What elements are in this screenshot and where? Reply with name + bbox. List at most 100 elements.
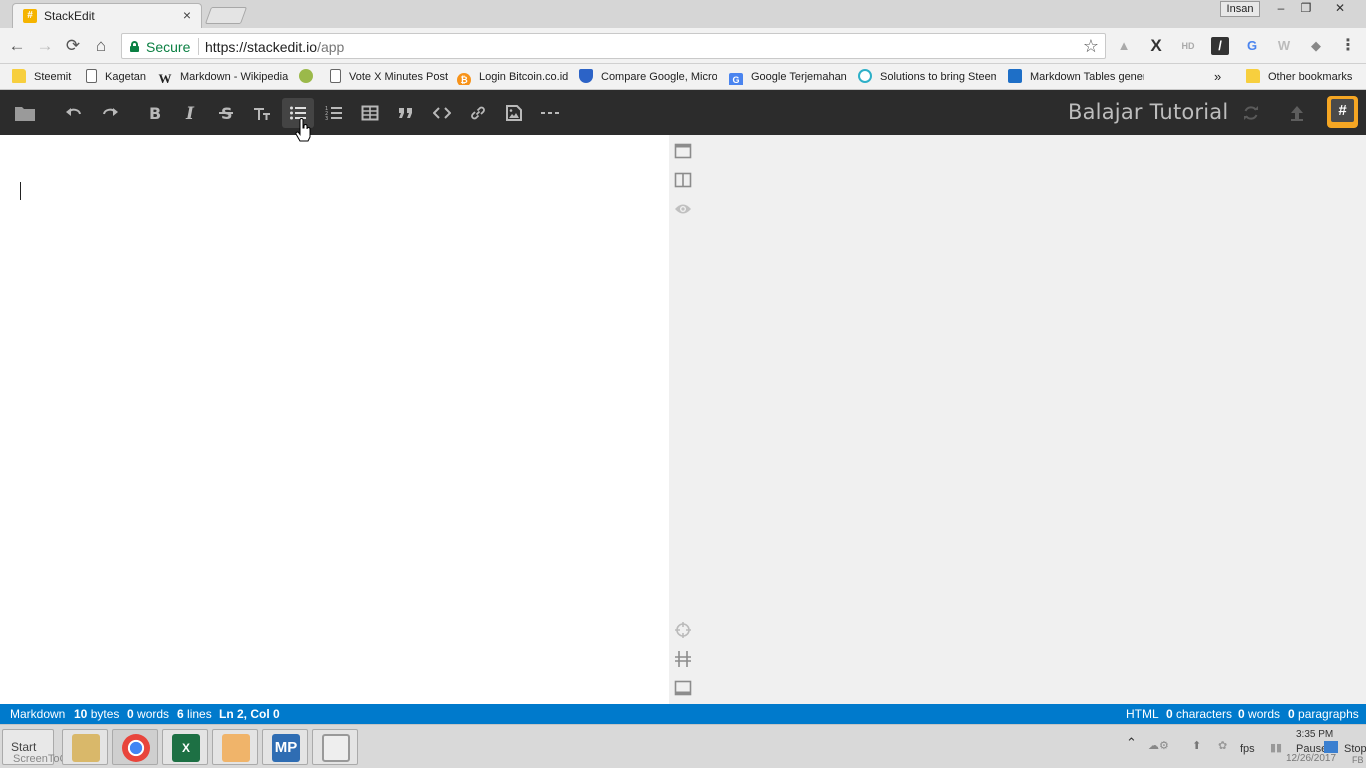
undo-button[interactable] [58,98,90,128]
green-circle-icon [299,69,313,83]
explorer-button[interactable] [7,98,41,128]
tray-volume-icon[interactable]: ▮▮ [1270,741,1282,754]
address-bar[interactable]: Secure https://stackedit.io/app ☆ [121,33,1106,59]
tab-title: StackEdit [44,9,95,23]
stop-button[interactable]: Stop [1344,743,1366,755]
status-characters-label: characters [1176,707,1233,721]
bookmark-vote-x-minutes[interactable]: Vote X Minutes Post [330,69,448,85]
bookmark-kagetan[interactable]: Kagetan [86,69,148,85]
table-button[interactable] [354,98,386,128]
bookmark-compare-google[interactable]: Compare Google, Micro [579,69,717,85]
tray-screen-icon[interactable] [1324,741,1338,753]
reader-mode-button[interactable] [674,200,692,218]
bold-icon: B [149,104,161,122]
minimize-button[interactable]: – [1270,0,1292,17]
status-bytes-label: bytes [90,707,120,721]
status-paragraphs-count: 0 [1288,707,1295,721]
home-button[interactable]: ⌂ [91,36,111,56]
drive-icon[interactable]: ▲ [1115,37,1133,55]
url-text[interactable]: https://stackedit.io/app [205,39,344,55]
bookmark-green-circle[interactable] [299,69,315,85]
toggle-edit-mode-button[interactable] [674,650,692,668]
stackedit-menu-button[interactable]: # [1327,96,1358,128]
toggle-side-preview-button[interactable] [674,171,692,189]
redo-button[interactable] [94,98,126,128]
strikethrough-button[interactable]: S [210,98,242,128]
outlook-icon [222,734,250,762]
restore-button[interactable]: ❐ [1295,0,1317,17]
profile-button[interactable]: Insan [1220,1,1260,17]
status-bar: Markdown 10 bytes 0 words 6 lines Ln 2, … [0,704,1366,724]
translate-icon[interactable]: G [1243,37,1261,55]
table-icon [361,105,379,121]
taskbar-chrome[interactable] [112,729,158,765]
numbered-list-button[interactable]: 123 [318,98,350,128]
taskbar-mp[interactable]: MP [262,729,308,765]
puzzle-icon[interactable]: ◆ [1307,37,1325,55]
start-button[interactable]: Start ScreenToGif [2,729,74,765]
horizontal-rule-button[interactable] [534,98,566,128]
taskbar-outlook[interactable] [212,729,258,765]
status-words-count: 0 [127,707,134,721]
forward-button[interactable]: → [35,36,55,56]
tray-cloud-icon[interactable]: ☁⚙ [1148,739,1169,752]
bookmark-star-icon[interactable]: ☆ [1083,36,1099,57]
bold-button[interactable]: B [138,98,170,128]
toggle-statusbar-button[interactable] [674,679,692,697]
document-title[interactable]: Balajar Tutorial [1068,100,1228,124]
tray-expand-icon[interactable]: ⌃ [1126,735,1137,751]
system-tray: ⌃ ☁⚙ ⬆ ✿ fps ▮▮ Pause 3:35 PM 12/26/2017… [1122,729,1366,765]
svg-text:B: B [149,104,161,122]
bookmark-other-bookmarks[interactable]: Other bookmarks [1246,69,1364,85]
heading-button[interactable] [246,98,278,128]
crosshair-icon [675,622,691,638]
bookmark-label: Login Bitcoin.co.id [479,71,569,83]
hd-icon[interactable]: HD [1179,37,1197,55]
status-bytes: 10 bytes [74,704,119,724]
wordpress-icon[interactable]: W [1275,37,1293,55]
browser-tab-strip: # StackEdit × Insan – ❐ ✕ [0,0,1366,28]
bookmark-label: Other bookmarks [1268,71,1353,83]
menu-icon[interactable]: ⋮ [1339,37,1357,55]
scroll-sync-button[interactable] [674,621,692,639]
italic-button[interactable]: I [174,98,206,128]
toggle-navbar-button[interactable] [674,142,692,160]
status-cursor-position: Ln 2, Col 0 [219,707,280,721]
os-taskbar: Start ScreenToGif X MP ⌃ ☁⚙ ⬆ ✿ fps ▮▮ P… [0,724,1366,768]
tab-stackedit[interactable]: # StackEdit × [12,3,202,28]
tab-close-icon[interactable]: × [179,7,195,23]
italic-icon: I [185,104,195,122]
markdown-editor[interactable] [0,135,669,704]
split-view-icon [674,172,692,188]
bookmark-solutions-steem[interactable]: Solutions to bring Steem [858,69,996,85]
reload-button[interactable]: ⟳ [63,36,83,56]
tray-flower-icon[interactable]: ✿ [1218,739,1227,752]
status-html-words-label: words [1248,707,1281,721]
code-button[interactable] [426,98,458,128]
feather-icon[interactable]: / [1211,37,1229,55]
taskbar-monitor[interactable] [312,729,358,765]
link-icon [471,106,485,120]
x-icon[interactable]: X [1147,37,1165,55]
taskbar-excel[interactable]: X [162,729,208,765]
image-button[interactable] [498,98,530,128]
bookmark-google-terjemahan[interactable]: G Google Terjemahan [729,69,851,85]
link-button[interactable] [462,98,494,128]
tray-network-icon[interactable]: ⬆ [1192,739,1201,752]
taskbar-file-manager[interactable] [62,729,108,765]
quote-button[interactable] [390,98,422,128]
bookmark-login-bitcoin[interactable]: ₿ Login Bitcoin.co.id [457,69,569,85]
sync-button[interactable] [1235,98,1267,128]
horizontal-rule-icon [541,112,559,114]
bookmark-steemit[interactable]: Steemit [12,69,72,85]
back-button[interactable]: ← [7,36,27,56]
hand-cursor-icon [295,118,311,142]
publish-button[interactable] [1281,98,1313,128]
bookmark-markdown-wikipedia[interactable]: W Markdown - Wikipedia [158,69,290,85]
close-window-button[interactable]: ✕ [1329,0,1351,17]
new-tab-button[interactable] [204,7,248,24]
secure-label: Secure [146,39,191,55]
bookmark-markdown-tables[interactable]: Markdown Tables gener [1008,69,1144,85]
stackedit-logo-icon: # [1331,99,1354,122]
bookmarks-overflow-button[interactable]: » [1214,69,1228,85]
